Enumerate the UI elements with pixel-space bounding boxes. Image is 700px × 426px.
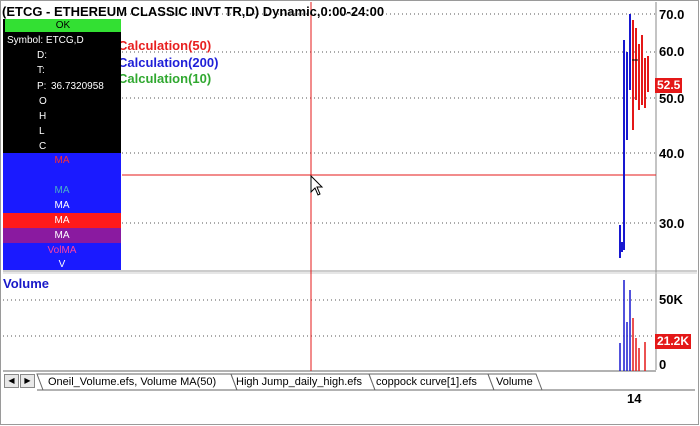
tab-oneil-volume[interactable]: Oneil_Volume.efs, Volume MA(50) xyxy=(48,374,216,390)
study-label-volma: VolMA xyxy=(47,245,77,256)
study-band-volma: VolMA xyxy=(3,243,121,258)
tab-scroll-right-button[interactable]: ▶ xyxy=(20,374,35,388)
study-label-ma: MA xyxy=(54,215,70,226)
mouse-cursor-icon xyxy=(310,174,324,196)
triangle-right-icon: ▶ xyxy=(24,376,31,385)
study-label-ma: MA xyxy=(54,185,70,196)
triangle-left-icon: ◀ xyxy=(8,376,15,385)
price-tick-60: 60.0 xyxy=(659,44,685,59)
volume-bars xyxy=(619,280,646,371)
study-band-ma-2: MA xyxy=(3,183,121,198)
price-bars xyxy=(619,14,649,258)
price-tick-70: 70.0 xyxy=(659,7,685,22)
last-price-marker: 52.5 xyxy=(655,78,683,93)
cursor-field-p: P: xyxy=(37,81,47,92)
study-band-ma-3: MA xyxy=(3,198,121,213)
tab-high-jump[interactable]: High Jump_daily_high.efs xyxy=(236,374,362,390)
volume-tick-50k: 50K xyxy=(659,292,683,307)
study-label-ma: MA xyxy=(54,230,70,241)
study-label-ma: MA xyxy=(54,155,70,166)
study-tab-bar: ◀ ▶ Oneil_Volume.efs, Volume MA(50) High… xyxy=(3,373,695,391)
study-label-ma: MA xyxy=(54,200,70,211)
cursor-field-t: T: xyxy=(37,65,45,76)
volume-tick-0: 0 xyxy=(659,357,667,372)
tab-volume[interactable]: Volume xyxy=(496,374,533,390)
tab-scroll-left-button[interactable]: ◀ xyxy=(4,374,19,388)
calc-label-200: Calculation(200) xyxy=(118,55,219,70)
tab-coppock-curve[interactable]: coppock curve[1].efs xyxy=(376,374,477,390)
cursor-field-o: O xyxy=(39,96,47,107)
cursor-field-h: H xyxy=(39,111,47,122)
volume-pane-title: Volume xyxy=(3,276,49,291)
cursor-value-p: 36.7320958 xyxy=(51,81,104,92)
study-band-ma-5: MA xyxy=(3,228,121,243)
date-tick-14: 14 xyxy=(627,391,642,406)
price-tick-50: 50.0 xyxy=(659,91,685,106)
study-label-v: V xyxy=(58,259,66,270)
cursor-window-ok-button[interactable]: OK xyxy=(5,19,121,32)
last-volume-marker: 21.2K xyxy=(655,334,692,349)
chart-title: (ETCG - ETHEREUM CLASSIC INVT TR,D) Dyna… xyxy=(2,4,385,19)
cursor-symbol: Symbol: ETCG,D xyxy=(7,35,84,46)
cursor-window[interactable]: OK Symbol: ETCG,D D: T: P: 36.7320958 O … xyxy=(3,19,121,270)
cursor-field-d: D: xyxy=(37,50,47,61)
price-tick-30: 30.0 xyxy=(659,216,685,231)
study-band-v: V xyxy=(3,258,121,270)
study-band-ma-4: MA xyxy=(3,213,121,228)
cursor-field-c: C xyxy=(39,141,47,152)
calc-label-50: Calculation(50) xyxy=(118,38,212,53)
study-band-ma-1: MA xyxy=(3,153,121,183)
price-tick-40: 40.0 xyxy=(659,146,685,161)
cursor-field-l: L xyxy=(39,126,45,137)
calc-label-10: Calculation(10) xyxy=(118,71,212,86)
